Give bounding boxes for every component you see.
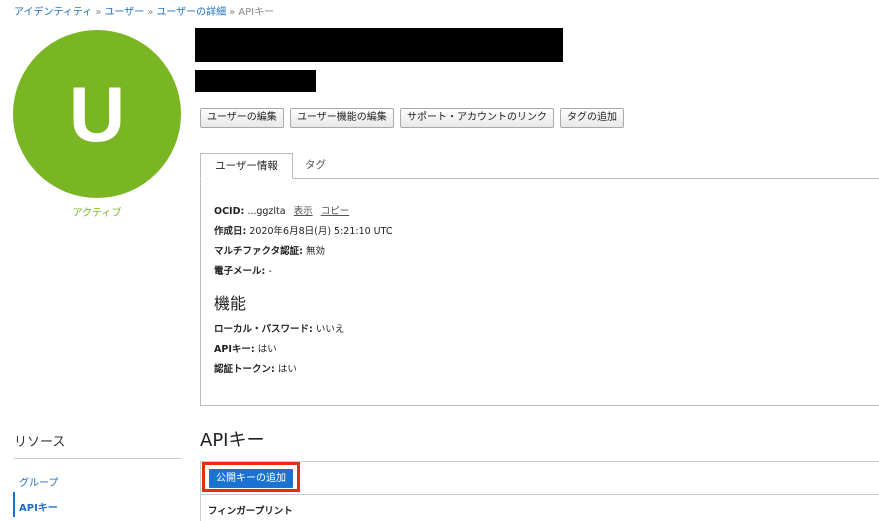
api-key-capability-label: APIキー: bbox=[214, 344, 255, 355]
resources-title: リソース bbox=[14, 435, 66, 450]
resource-item-api-keys[interactable]: APIキー bbox=[19, 499, 58, 514]
add-public-key-button[interactable]: 公開キーの追加 bbox=[209, 469, 293, 488]
resources-divider bbox=[14, 458, 181, 459]
breadcrumb-identity[interactable]: アイデンティティ bbox=[14, 7, 92, 18]
local-password-value: いいえ bbox=[315, 324, 345, 335]
redacted-user-name bbox=[195, 28, 563, 62]
email-label: 電子メール: bbox=[214, 266, 266, 277]
local-password-label: ローカル・パスワード: bbox=[214, 324, 313, 335]
breadcrumb: アイデンティティ» ユーザー» ユーザーの詳細» APIキー bbox=[14, 3, 274, 18]
created-row: 作成日: 2020年6月8日(月) 5:21:10 UTC bbox=[214, 223, 393, 237]
edit-user-capabilities-button[interactable]: ユーザー機能の編集 bbox=[290, 108, 394, 128]
mfa-value: 無効 bbox=[305, 246, 325, 257]
ocid-copy-link[interactable]: コピー bbox=[321, 206, 350, 217]
mfa-label: マルチファクタ認証: bbox=[214, 246, 303, 257]
active-resource-indicator bbox=[13, 492, 15, 517]
ocid-show-link[interactable]: 表示 bbox=[294, 206, 313, 217]
api-keys-table bbox=[200, 461, 879, 521]
ocid-row: OCID: ...ggzlta 表示 コピー bbox=[214, 203, 349, 217]
ocid-value: ...ggzlta bbox=[247, 206, 286, 217]
capabilities-title: 機能 bbox=[214, 294, 247, 313]
auth-token-row: 認証トークン: はい bbox=[214, 361, 297, 375]
auth-token-label: 認証トークン: bbox=[214, 364, 275, 375]
email-value: - bbox=[268, 266, 272, 277]
breadcrumb-user-details[interactable]: ユーザーの詳細 bbox=[156, 7, 226, 18]
email-row: 電子メール: - bbox=[214, 263, 272, 277]
redacted-user-description bbox=[195, 70, 316, 92]
user-status: アクティブ bbox=[72, 208, 122, 219]
fingerprint-column-header: フィンガープリント bbox=[208, 506, 293, 517]
api-keys-title: APIキー bbox=[200, 430, 265, 451]
breadcrumb-separator: » bbox=[95, 7, 102, 18]
api-keys-table-divider bbox=[200, 494, 879, 495]
mfa-row: マルチファクタ認証: 無効 bbox=[214, 243, 325, 257]
api-key-capability-value: はい bbox=[257, 344, 277, 355]
created-label: 作成日: bbox=[214, 226, 247, 237]
local-password-row: ローカル・パスワード: いいえ bbox=[214, 321, 344, 335]
add-tags-button[interactable]: タグの追加 bbox=[560, 108, 624, 128]
tab-tags[interactable]: タグ bbox=[305, 153, 326, 177]
created-value: 2020年6月8日(月) 5:21:10 UTC bbox=[249, 226, 393, 237]
edit-user-button[interactable]: ユーザーの編集 bbox=[200, 108, 284, 128]
ocid-label: OCID: bbox=[214, 206, 245, 217]
resource-item-groups[interactable]: グループ bbox=[19, 474, 58, 489]
auth-token-value: はい bbox=[277, 364, 297, 375]
breadcrumb-users[interactable]: ユーザー bbox=[104, 7, 144, 18]
tab-user-info[interactable]: ユーザー情報 bbox=[200, 153, 293, 179]
link-support-account-button[interactable]: サポート・アカウントのリンク bbox=[400, 108, 554, 128]
user-avatar: U bbox=[13, 30, 181, 198]
api-key-capability-row: APIキー: はい bbox=[214, 341, 277, 355]
breadcrumb-current: APIキー bbox=[238, 7, 275, 18]
breadcrumb-separator: » bbox=[229, 7, 236, 18]
breadcrumb-separator: » bbox=[147, 7, 154, 18]
